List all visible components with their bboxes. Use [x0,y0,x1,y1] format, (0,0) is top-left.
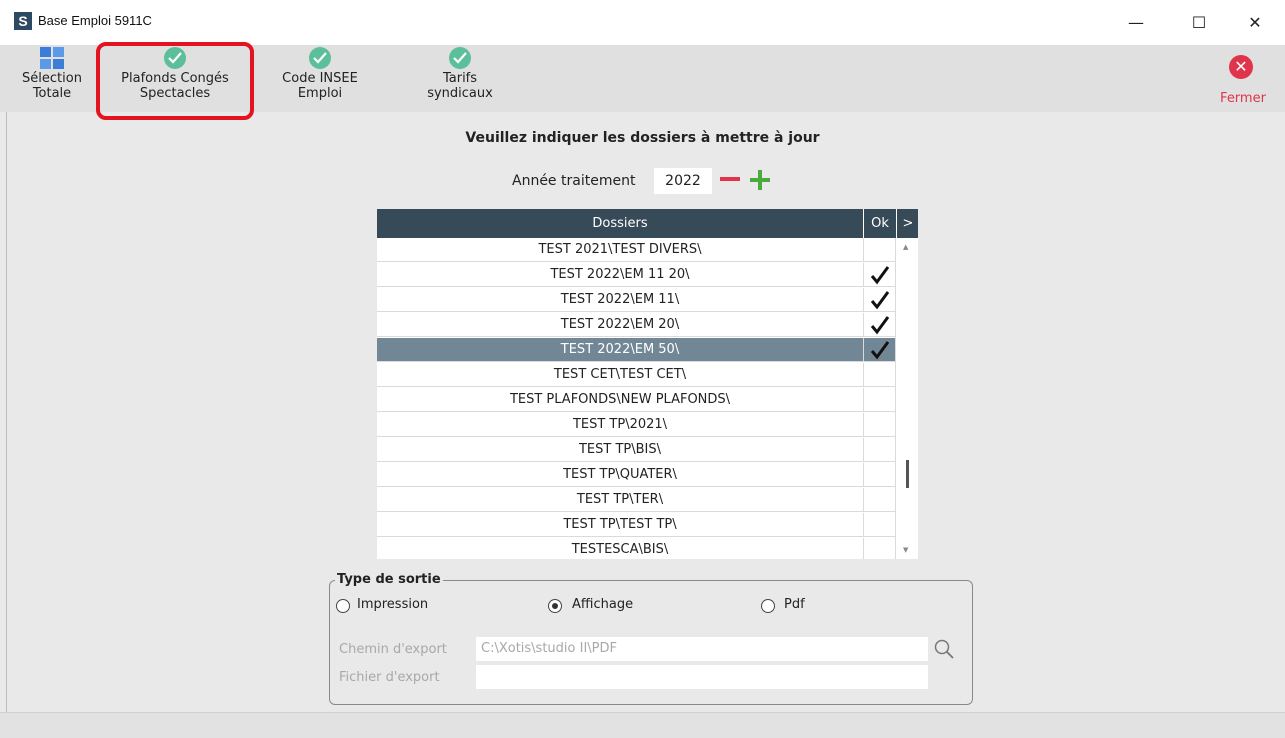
table-row[interactable]: TEST TP\2021\ [377,413,895,437]
radio-pdf-label[interactable]: Pdf [784,597,805,612]
minimize-button[interactable]: — [1113,0,1159,45]
column-header-dossiers[interactable]: Dossiers [377,209,863,238]
radio-affichage[interactable] [548,599,562,613]
dossier-name: TEST 2022\EM 20\ [560,317,680,332]
annotation-highlight [96,42,254,120]
dossier-name: TEST 2022\EM 11 20\ [550,267,690,282]
table-row[interactable]: TEST 2022\EM 50\ [377,338,895,362]
tarifs-label-2: syndicaux [427,86,493,101]
close-circle-icon[interactable]: ✕ [1229,55,1253,79]
ok-cell[interactable] [863,338,895,362]
dossiers-table: Dossiers Ok > TEST 2021\TEST DIVERS\ TEST… [377,209,918,559]
left-border [6,112,7,712]
app-logo: S [14,12,32,30]
selection-label-2: Totale [32,86,72,101]
export-file-field[interactable] [476,665,928,689]
dossier-name: TEST TP\BIS\ [578,442,662,457]
ok-cell[interactable] [863,313,895,337]
ok-cell[interactable] [863,513,895,537]
table-row[interactable]: TEST TP\QUATER\ [377,463,895,487]
scroll-up-icon[interactable]: ▲ [903,243,908,251]
export-path-label: Chemin d'export [339,642,447,657]
maximize-button[interactable]: ☐ [1176,0,1222,45]
export-path-field[interactable]: C:\Xotis\studio II\PDF [476,637,928,661]
radio-pdf[interactable] [761,599,775,613]
table-row[interactable]: TEST 2022\EM 11 20\ [377,263,895,287]
search-icon[interactable] [933,638,955,660]
dossier-name: TEST 2021\TEST DIVERS\ [538,242,702,257]
radio-affichage-label[interactable]: Affichage [572,597,633,612]
radio-impression-label[interactable]: Impression [357,597,428,612]
dossier-name: TEST PLAFONDS\NEW PLAFONDS\ [509,392,731,407]
dossier-name: TEST TP\TEST TP\ [563,517,677,532]
title-bar [0,0,1285,45]
ok-cell[interactable] [863,388,895,412]
tarifs-label-1: Tarifs [442,71,478,86]
ok-cell[interactable] [863,238,895,262]
ok-cell[interactable] [863,463,895,487]
dossier-name: TEST 2022\EM 50\ [560,342,680,357]
code-insee-button[interactable]: Code INSEE Emploi [268,47,372,101]
ok-cell[interactable] [863,363,895,387]
table-row[interactable]: TEST PLAFONDS\NEW PLAFONDS\ [377,388,895,412]
selection-totale-button[interactable]: Sélection Totale [14,47,90,101]
checkmark-icon [870,341,889,360]
table-row[interactable]: TEST 2022\EM 11\ [377,288,895,312]
ok-cell[interactable] [863,538,895,559]
dossier-name: TESTESCA\BIS\ [571,542,669,557]
tarifs-syndicaux-button[interactable]: Tarifs syndicaux [410,47,510,101]
table-row[interactable]: TEST TP\BIS\ [377,438,895,462]
window-close-button[interactable]: ✕ [1232,0,1278,45]
scroll-thumb[interactable] [906,460,909,488]
table-scrollbar[interactable]: ▲ ▼ [895,238,918,559]
dossier-name: TEST 2022\EM 11\ [560,292,680,307]
table-row[interactable]: TEST TP\TEST TP\ [377,513,895,537]
page-heading: Veuillez indiquer les dossiers à mettre … [465,130,820,146]
check-circle-icon [449,47,471,69]
dossier-name: TEST TP\TER\ [576,492,664,507]
column-expand-button[interactable]: > [896,209,918,238]
increment-year-button[interactable] [750,170,770,190]
table-row[interactable]: TEST TP\TER\ [377,488,895,512]
check-circle-icon [309,47,331,69]
dossier-name: TEST TP\QUATER\ [563,467,677,482]
export-file-label: Fichier d'export [339,670,440,685]
ok-cell[interactable] [863,488,895,512]
checkmark-icon [870,266,889,285]
table-row[interactable]: TEST 2022\EM 20\ [377,313,895,337]
ok-cell[interactable] [863,438,895,462]
insee-label-2: Emploi [297,86,343,101]
status-bar [0,712,1285,738]
column-header-ok[interactable]: Ok [863,209,896,238]
table-row[interactable]: TESTESCA\BIS\ [377,538,895,559]
ok-cell[interactable] [863,413,895,437]
grid-icon [40,47,64,69]
scroll-down-icon[interactable]: ▼ [903,546,908,554]
ok-cell[interactable] [863,288,895,312]
dossier-name: TEST TP\2021\ [572,417,668,432]
ok-cell[interactable] [863,263,895,287]
table-row[interactable]: TEST CET\TEST CET\ [377,363,895,387]
window-title: Base Emploi 5911C [38,13,152,28]
checkmark-icon [870,291,889,310]
decrement-year-button[interactable] [720,177,740,181]
radio-impression[interactable] [336,599,350,613]
insee-label-1: Code INSEE [282,71,358,86]
dossier-name: TEST CET\TEST CET\ [553,367,687,382]
output-type-title: Type de sortie [335,572,443,587]
selection-label-1: Sélection [22,71,82,86]
table-header: Dossiers Ok > [377,209,918,238]
year-input[interactable]: 2022 [654,168,712,194]
fermer-button-label[interactable]: Fermer [1213,91,1273,106]
table-row[interactable]: TEST 2021\TEST DIVERS\ [377,238,895,262]
checkmark-icon [870,316,889,335]
year-label: Année traitement [512,173,636,189]
